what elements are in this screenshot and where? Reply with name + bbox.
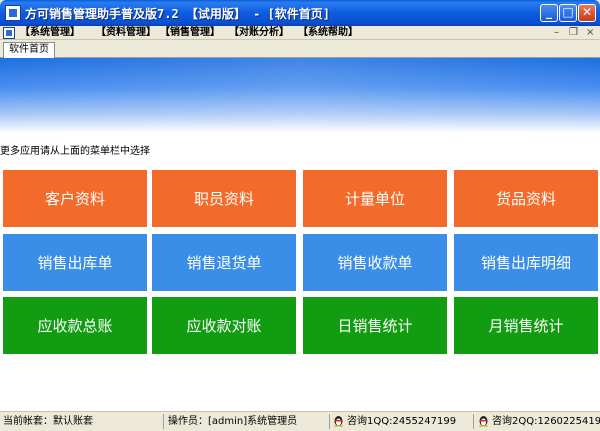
- status-qq2[interactable]: 咨询2QQ:1260225419: [478, 414, 600, 429]
- status-divider: [473, 414, 474, 429]
- tile-monthly-sales-stats[interactable]: 月销售统计: [454, 297, 598, 354]
- tile-goods-info[interactable]: 货品资料: [454, 170, 598, 227]
- tile-sales-return[interactable]: 销售退货单: [152, 234, 296, 291]
- system-menu-icon[interactable]: [3, 27, 15, 39]
- tile-customer-info[interactable]: 客户资料: [3, 170, 147, 227]
- status-divider: [329, 414, 330, 429]
- mdi-minimize-button[interactable]: –: [554, 26, 559, 39]
- menu-bar: 【系统管理】 【资料管理】 【销售管理】 【对账分析】 【系统帮助】 – ❐ ×: [0, 26, 600, 40]
- menu-sales[interactable]: 【销售管理】: [160, 26, 220, 39]
- menu-reconciliation[interactable]: 【对账分析】: [229, 26, 289, 39]
- maximize-button[interactable]: □: [559, 4, 577, 22]
- tile-sales-outbound[interactable]: 销售出库单: [3, 234, 147, 291]
- app-icon[interactable]: [5, 5, 21, 21]
- mdi-restore-button[interactable]: ❐: [569, 26, 578, 39]
- qq-penguin-icon: [479, 416, 488, 427]
- status-account: 当前帐套：默认账套: [3, 416, 93, 427]
- tile-receivable-reconcile[interactable]: 应收款对账: [152, 297, 296, 354]
- qq-penguin-icon: [334, 416, 343, 427]
- minimize-button[interactable]: _: [540, 4, 558, 22]
- status-qq1[interactable]: 咨询1QQ:2455247199: [333, 414, 469, 429]
- status-divider: [163, 414, 164, 429]
- main-content: 更多应用请从上面的菜单栏中选择 客户资料 职员资料 计量单位 货品资料 销售出库…: [0, 58, 600, 411]
- menu-system[interactable]: 【系统管理】: [20, 26, 80, 39]
- menu-data[interactable]: 【资料管理】: [96, 26, 156, 39]
- title-bar: 方可销售管理助手普及版7.2 【试用版】 - [软件首页] _ □ ✕: [0, 0, 600, 26]
- tile-sales-outbound-detail[interactable]: 销售出库明细: [454, 234, 598, 291]
- banner: [0, 58, 600, 133]
- tile-staff-info[interactable]: 职员资料: [152, 170, 296, 227]
- status-qq1-text: 咨询1QQ:2455247199: [347, 416, 457, 427]
- tile-daily-sales-stats[interactable]: 日销售统计: [303, 297, 447, 354]
- tile-sales-receipt[interactable]: 销售收款单: [303, 234, 447, 291]
- hint-text: 更多应用请从上面的菜单栏中选择: [0, 146, 150, 157]
- window-title: 方可销售管理助手普及版7.2 【试用版】 - [软件首页]: [25, 7, 331, 21]
- menu-help[interactable]: 【系统帮助】: [298, 26, 358, 39]
- status-bar: 当前帐套：默认账套 操作员：[admin]系统管理员 咨询1QQ:2455247…: [0, 411, 600, 431]
- tab-strip: 软件首页: [0, 41, 600, 58]
- status-qq2-text: 咨询2QQ:1260225419: [492, 416, 600, 427]
- close-button[interactable]: ✕: [578, 4, 596, 22]
- mdi-close-button[interactable]: ×: [586, 26, 594, 39]
- tile-units[interactable]: 计量单位: [303, 170, 447, 227]
- tab-home[interactable]: 软件首页: [3, 42, 55, 58]
- status-operator: 操作员：[admin]系统管理员: [168, 416, 298, 427]
- tile-receivable-ledger[interactable]: 应收款总账: [3, 297, 147, 354]
